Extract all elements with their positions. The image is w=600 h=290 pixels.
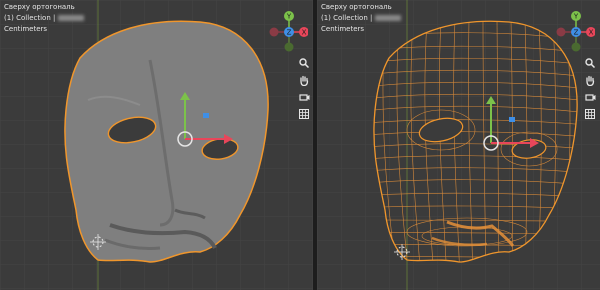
collection-label: (1) Collection | — [321, 14, 373, 22]
gizmo-neg-x-icon[interactable] — [556, 27, 566, 37]
collection-label: (1) Collection | — [4, 14, 56, 22]
navigation-toolbar — [297, 56, 311, 124]
collection-row: (1) Collection | — [4, 13, 85, 24]
redacted-text — [375, 15, 402, 21]
gizmo-neg-y-icon[interactable] — [571, 42, 581, 52]
viewport-info: Сверху ортогональ (1) Collection | Centi… — [321, 2, 402, 35]
gizmo-neg-x-icon[interactable] — [269, 27, 279, 37]
grid-icon[interactable] — [297, 107, 311, 121]
navigation-gizmo[interactable]: Y X Z — [555, 10, 595, 54]
viewport-solid[interactable]: Сверху ортогональ (1) Collection | Centi… — [0, 0, 313, 290]
zoom-icon[interactable] — [297, 56, 311, 70]
zoom-icon[interactable] — [583, 56, 597, 70]
blender-window: Сверху ортогональ (1) Collection | Centi… — [0, 0, 600, 290]
gizmo-z-label: Z — [574, 29, 579, 37]
gizmo-neg-y-icon[interactable] — [284, 42, 294, 52]
collection-row: (1) Collection | — [321, 13, 402, 24]
camera-icon[interactable] — [583, 90, 597, 104]
navigation-toolbar — [583, 56, 597, 124]
view-name: Сверху ортогональ — [321, 3, 392, 11]
units-label: Centimeters — [4, 25, 48, 33]
gizmo-y-label: Y — [286, 13, 292, 21]
redacted-text — [58, 15, 85, 21]
hand-icon[interactable] — [297, 73, 311, 87]
navigation-gizmo[interactable]: Y X Z — [268, 10, 308, 54]
viewport-wireframe[interactable]: Сверху ортогональ (1) Collection | Centi… — [317, 0, 600, 290]
gizmo-y-label: Y — [573, 13, 579, 21]
view-name: Сверху ортогональ — [4, 3, 75, 11]
hand-icon[interactable] — [583, 73, 597, 87]
grid-icon[interactable] — [583, 107, 597, 121]
gizmo-x-label: X — [589, 29, 594, 37]
viewport-info: Сверху ортогональ (1) Collection | Centi… — [4, 2, 85, 35]
units-label: Centimeters — [321, 25, 365, 33]
viewport-canvas[interactable] — [0, 0, 313, 290]
gizmo-z-label: Z — [287, 29, 292, 37]
gizmo-x-label: X — [302, 29, 307, 37]
camera-icon[interactable] — [297, 90, 311, 104]
